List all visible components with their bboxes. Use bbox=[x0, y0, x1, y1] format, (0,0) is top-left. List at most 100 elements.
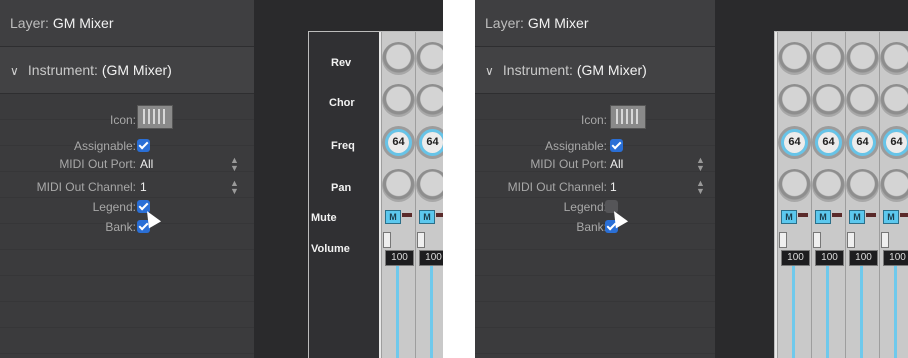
chevron-down-icon[interactable]: ∨ bbox=[485, 48, 499, 94]
fader-handle[interactable] bbox=[881, 232, 889, 248]
icon-row: Icon: bbox=[475, 105, 715, 129]
rev-knob[interactable] bbox=[880, 42, 908, 75]
pan-knob[interactable] bbox=[880, 169, 908, 202]
layer-name: GM Mixer bbox=[52, 15, 114, 31]
mute-button[interactable]: M bbox=[419, 210, 435, 224]
freq-knob[interactable]: 64 bbox=[880, 126, 908, 159]
volume-fader-track[interactable] bbox=[792, 266, 795, 358]
channel-strip[interactable]: 64 M 100 bbox=[811, 32, 846, 358]
volume-label: Volume bbox=[311, 243, 350, 255]
mixer-thumbnail-icon[interactable] bbox=[610, 105, 646, 129]
mute-led bbox=[798, 213, 808, 217]
stepper-icon[interactable]: ▲ ▼ bbox=[230, 179, 239, 196]
pan-label: Pan bbox=[331, 182, 352, 194]
mute-led bbox=[436, 213, 443, 217]
pan-knob[interactable] bbox=[416, 169, 443, 202]
layer-header: Layer: GM Mixer bbox=[475, 0, 715, 47]
mixer-label-column: Rev Chor Freq Pan Mute Volume bbox=[309, 32, 379, 358]
assignable-label: Assignable: bbox=[73, 139, 136, 153]
chor-knob[interactable] bbox=[880, 84, 908, 117]
midi-out-channel-label: MIDI Out Channel: bbox=[36, 180, 136, 194]
stepper-icon[interactable]: ▲ ▼ bbox=[696, 179, 705, 196]
midi-out-port-value[interactable]: All bbox=[140, 155, 153, 173]
bank-label: Bank: bbox=[576, 220, 607, 234]
midi-out-channel-value[interactable]: 1 bbox=[140, 178, 147, 196]
bank-row: Bank: bbox=[0, 218, 254, 236]
fader-handle[interactable] bbox=[813, 232, 821, 248]
bank-label: Bank: bbox=[105, 220, 136, 234]
chevron-down-icon[interactable]: ∨ bbox=[10, 48, 24, 94]
assignable-label: Assignable: bbox=[544, 139, 607, 153]
instrument-label: Instrument: bbox=[27, 62, 98, 78]
pan-knob[interactable] bbox=[846, 169, 879, 202]
midi-out-port-value[interactable]: All bbox=[610, 155, 623, 173]
assignable-row: Assignable: bbox=[475, 137, 715, 155]
freq-knob[interactable]: 64 bbox=[846, 126, 879, 159]
volume-fader-track[interactable] bbox=[860, 266, 863, 358]
panel-legend-off: Layer: GM Mixer ∨ Instrument: (GM Mixer)… bbox=[475, 0, 908, 358]
volume-value: 100 bbox=[385, 250, 414, 266]
inspector: Layer: GM Mixer ∨ Instrument: (GM Mixer)… bbox=[475, 0, 715, 358]
rev-knob[interactable] bbox=[778, 42, 811, 75]
mute-button[interactable]: M bbox=[781, 210, 797, 224]
panel-legend-on: Layer: GM Mixer ∨ Instrument: (GM Mixer)… bbox=[0, 0, 443, 358]
fader-handle[interactable] bbox=[417, 232, 425, 248]
property-list: Icon: Assignable: MIDI Out Port: All ▲ ▼ … bbox=[0, 94, 254, 358]
midi-out-port-label: MIDI Out Port: bbox=[530, 157, 607, 171]
icon-row: Icon: bbox=[0, 105, 254, 129]
chor-knob[interactable] bbox=[812, 84, 845, 117]
freq-knob[interactable]: 64 bbox=[416, 126, 443, 159]
freq-knob[interactable]: 64 bbox=[778, 126, 811, 159]
instrument-header[interactable]: ∨ Instrument: (GM Mixer) bbox=[0, 47, 254, 94]
gm-mixer-widget[interactable]: 64 M 100 64 M 100 64 M 100 64 M 100 bbox=[774, 31, 908, 358]
pan-knob[interactable] bbox=[812, 169, 845, 202]
assignable-checkbox[interactable] bbox=[610, 139, 623, 152]
rev-knob[interactable] bbox=[812, 42, 845, 75]
mute-button[interactable]: M bbox=[849, 210, 865, 224]
midi-out-port-row: MIDI Out Port: All ▲ ▼ bbox=[475, 155, 715, 173]
rev-knob[interactable] bbox=[382, 42, 415, 75]
icon-label: Icon: bbox=[109, 113, 136, 127]
midi-out-channel-value[interactable]: 1 bbox=[610, 178, 617, 196]
fader-handle[interactable] bbox=[847, 232, 855, 248]
channel-strip[interactable]: 64 M 100 bbox=[777, 32, 812, 358]
stepper-icon[interactable]: ▲ ▼ bbox=[696, 156, 705, 173]
chor-knob[interactable] bbox=[846, 84, 879, 117]
instrument-label: Instrument: bbox=[502, 62, 573, 78]
freq-knob[interactable]: 64 bbox=[382, 126, 415, 159]
channel-strip[interactable]: 64 M 100 bbox=[381, 32, 416, 358]
chor-label: Chor bbox=[329, 97, 355, 109]
stepper-icon[interactable]: ▲ ▼ bbox=[230, 156, 239, 173]
volume-fader-track[interactable] bbox=[430, 266, 433, 358]
rev-knob[interactable] bbox=[846, 42, 879, 75]
freq-label: Freq bbox=[331, 140, 355, 152]
chor-knob[interactable] bbox=[778, 84, 811, 117]
channel-strip[interactable]: 64 M 100 bbox=[845, 32, 880, 358]
rev-knob[interactable] bbox=[416, 42, 443, 75]
volume-value: 100 bbox=[781, 250, 810, 266]
fader-handle[interactable] bbox=[383, 232, 391, 248]
mute-button[interactable]: M bbox=[385, 210, 401, 224]
channel-strip[interactable]: 64 M 100 bbox=[415, 32, 443, 358]
mute-led bbox=[832, 213, 842, 217]
volume-fader-track[interactable] bbox=[396, 266, 399, 358]
freq-knob[interactable]: 64 bbox=[812, 126, 845, 159]
gm-mixer-widget[interactable]: Rev Chor Freq Pan Mute Volume 64 M 100 6… bbox=[308, 31, 443, 358]
pan-knob[interactable] bbox=[778, 169, 811, 202]
mute-button[interactable]: M bbox=[883, 210, 899, 224]
instrument-name: (GM Mixer) bbox=[101, 62, 172, 78]
chor-knob[interactable] bbox=[416, 84, 443, 117]
mixer-thumbnail-icon[interactable] bbox=[137, 105, 173, 129]
legend-label: Legend: bbox=[563, 200, 607, 214]
mute-button[interactable]: M bbox=[815, 210, 831, 224]
property-list: Icon: Assignable: MIDI Out Port: All ▲ ▼ … bbox=[475, 94, 715, 358]
volume-fader-track[interactable] bbox=[894, 266, 897, 358]
volume-fader-track[interactable] bbox=[826, 266, 829, 358]
instrument-header[interactable]: ∨ Instrument: (GM Mixer) bbox=[475, 47, 715, 94]
channel-strip[interactable]: 64 M 100 bbox=[879, 32, 908, 358]
chor-knob[interactable] bbox=[382, 84, 415, 117]
fader-handle[interactable] bbox=[779, 232, 787, 248]
instrument-name: (GM Mixer) bbox=[576, 62, 647, 78]
pan-knob[interactable] bbox=[382, 169, 415, 202]
assignable-checkbox[interactable] bbox=[137, 139, 150, 152]
